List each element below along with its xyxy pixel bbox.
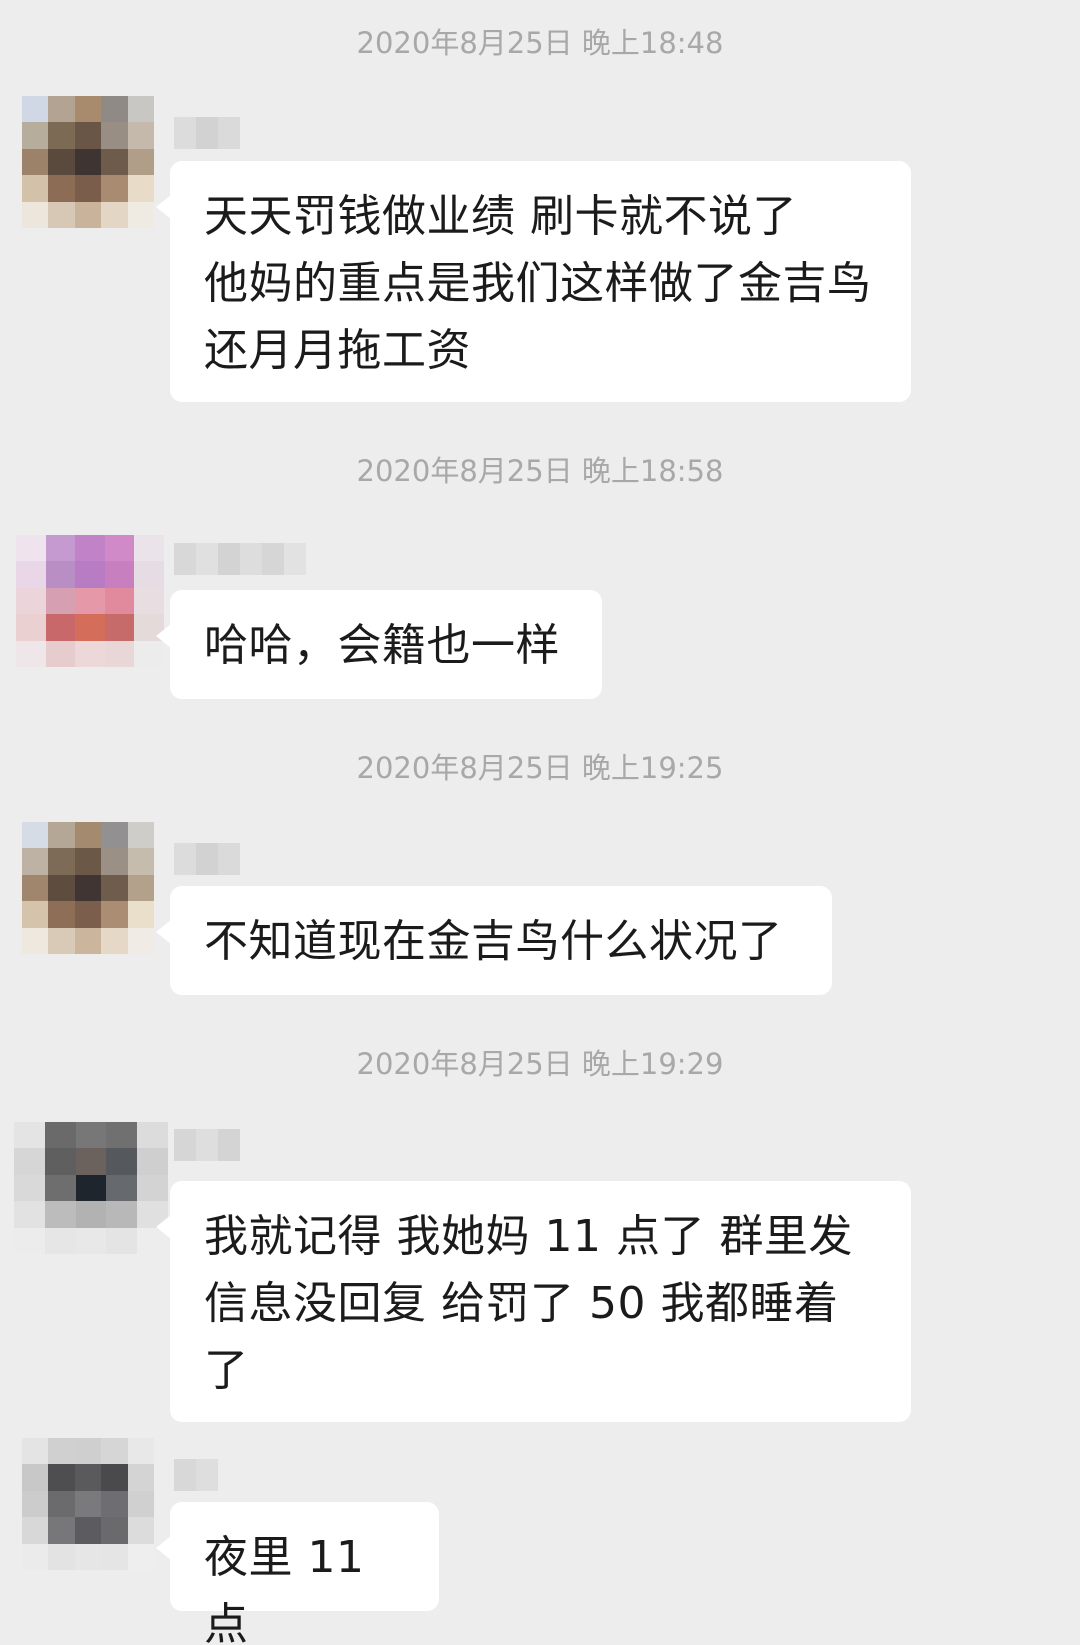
sender-name-redacted: [174, 1459, 218, 1491]
message-timestamp: 2020年8月25日 晚上18:58: [356, 454, 724, 488]
sender-name-redacted: [174, 543, 306, 575]
message-timestamp: 2020年8月25日 晚上19:25: [356, 751, 724, 785]
sender-avatar[interactable]: [22, 822, 154, 954]
sender-avatar[interactable]: [16, 535, 164, 667]
message-bubble[interactable]: 夜里 11 点: [156, 1502, 439, 1645]
chat-window[interactable]: 2020年8月25日 晚上18:48 天天罚钱做业绩 刷卡就不说了 他妈的重点是…: [0, 0, 1080, 1645]
message-bubble[interactable]: 我就记得 我她妈 11 点了 群里发 信息没回复 给罚了 50 我都睡着 了: [156, 1181, 911, 1422]
sender-avatar[interactable]: [14, 1122, 168, 1254]
sender-name-redacted: [174, 843, 240, 875]
message-timestamp: 2020年8月25日 晚上18:48: [356, 26, 724, 60]
message-bubble[interactable]: 哈哈，会籍也一样: [156, 590, 602, 699]
sender-name-redacted: [174, 117, 240, 149]
message-bubble[interactable]: 不知道现在金吉鸟什么状况了: [156, 886, 832, 995]
sender-name-redacted: [174, 1129, 240, 1161]
message-bubble[interactable]: 天天罚钱做业绩 刷卡就不说了 他妈的重点是我们这样做了金吉鸟 还月月拖工资: [156, 161, 911, 402]
sender-avatar[interactable]: [22, 96, 154, 228]
sender-avatar[interactable]: [22, 1438, 154, 1570]
message-timestamp: 2020年8月25日 晚上19:29: [356, 1047, 724, 1081]
